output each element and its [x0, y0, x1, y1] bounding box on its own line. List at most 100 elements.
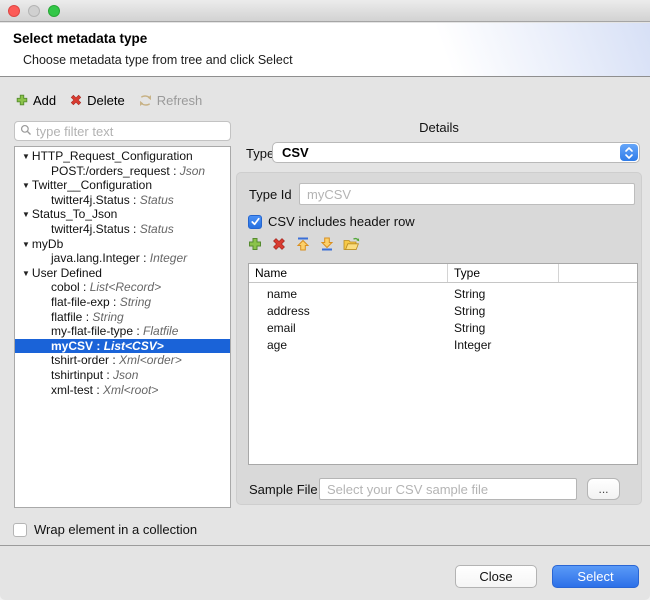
disclosure-triangle-icon[interactable]: ▼	[22, 208, 30, 223]
type-select[interactable]: CSV	[272, 142, 640, 163]
field-name-cell: name	[249, 286, 448, 303]
tree-item-label: flat-file-exp	[51, 295, 110, 309]
tree-item-label: User Defined	[32, 266, 102, 280]
field-name-cell: age	[249, 337, 448, 354]
footer-divider	[0, 545, 650, 546]
column-header-empty	[559, 264, 637, 282]
move-up-icon[interactable]	[295, 236, 311, 252]
tree-item-type: Xml<order>	[119, 353, 182, 367]
tree-item-type: Xml<root>	[103, 383, 158, 397]
tree-item[interactable]: cobol : List<Record>	[15, 280, 230, 295]
tree-item[interactable]: ▼HTTP_Request_Configuration	[15, 149, 230, 164]
tree-item-label: my-flat-file-type	[51, 324, 133, 338]
tree-item-type: String	[120, 295, 151, 309]
tree-item[interactable]: flatfile : String	[15, 310, 230, 325]
type-id-input[interactable]	[299, 183, 635, 205]
tree-item-type: Status	[140, 193, 174, 207]
tree-item-separator: :	[130, 222, 140, 236]
close-window-button[interactable]	[8, 5, 20, 17]
field-type-cell: Integer	[448, 337, 559, 354]
tree-item-label: HTTP_Request_Configuration	[32, 149, 193, 163]
page-subtitle: Choose metadata type from tree and click…	[23, 53, 293, 67]
tree-item-label: twitter4j.Status	[51, 222, 130, 236]
field-row[interactable]: nameString	[249, 286, 637, 303]
delete-button[interactable]: Delete	[69, 93, 125, 108]
field-row[interactable]: addressString	[249, 303, 637, 320]
refresh-label: Refresh	[157, 93, 203, 108]
tree-toolbar: Add Delete Refresh	[15, 90, 202, 110]
field-type-cell: String	[448, 320, 559, 337]
tree-item[interactable]: ▼myDb	[15, 237, 230, 252]
add-button[interactable]: Add	[15, 93, 56, 108]
window-titlebar[interactable]	[0, 0, 650, 22]
fields-table[interactable]: Name Type nameStringaddressStringemailSt…	[248, 263, 638, 465]
field-name-cell: address	[249, 303, 448, 320]
type-select-value: CSV	[282, 145, 309, 160]
minimize-window-button[interactable]	[28, 5, 40, 17]
tree-item-label: tshirt-order	[51, 353, 109, 367]
import-file-icon[interactable]	[343, 236, 359, 252]
disclosure-triangle-icon[interactable]: ▼	[22, 150, 30, 165]
refresh-button[interactable]: Refresh	[138, 93, 203, 108]
type-label: Type	[246, 146, 274, 161]
tree-item[interactable]: flat-file-exp : String	[15, 295, 230, 310]
fields-table-header[interactable]: Name Type	[249, 264, 637, 283]
wrap-collection-checkbox[interactable]	[13, 523, 27, 537]
tree-item[interactable]: twitter4j.Status : Status	[15, 222, 230, 237]
delete-field-icon[interactable]	[271, 236, 287, 252]
select-button[interactable]: Select	[552, 565, 639, 588]
combo-stepper-icon[interactable]	[620, 144, 638, 161]
tree-item-type: Json	[113, 368, 138, 382]
tree-filter-box	[14, 121, 231, 141]
field-row[interactable]: emailString	[249, 320, 637, 337]
tree-item-separator: :	[80, 280, 90, 294]
header-row-checkbox[interactable]	[248, 215, 262, 229]
field-type-cell: String	[448, 303, 559, 320]
add-field-icon[interactable]	[247, 236, 263, 252]
column-header-name[interactable]: Name	[249, 264, 448, 282]
disclosure-triangle-icon[interactable]: ▼	[22, 179, 30, 194]
search-icon	[20, 124, 32, 139]
tree-item-type: Flatfile	[143, 324, 178, 338]
zoom-window-button[interactable]	[48, 5, 60, 17]
tree-item-type: List<CSV>	[104, 339, 164, 353]
tree-item-label: Status_To_Json	[32, 207, 117, 221]
tree-item[interactable]: POST:/orders_request : Json	[15, 164, 230, 179]
browse-button[interactable]: ...	[587, 478, 620, 500]
tree-filter-input[interactable]	[36, 124, 225, 139]
sample-file-input[interactable]	[319, 478, 577, 500]
metadata-tree[interactable]: ▼HTTP_Request_ConfigurationPOST:/orders_…	[14, 146, 231, 508]
tree-item-label: xml-test	[51, 383, 93, 397]
tree-item[interactable]: tshirtinput : Json	[15, 368, 230, 383]
tree-item-separator: :	[109, 353, 119, 367]
tree-item[interactable]: ▼Twitter__Configuration	[15, 178, 230, 193]
tree-item[interactable]: ▼User Defined	[15, 266, 230, 281]
tree-item-label: cobol	[51, 280, 80, 294]
tree-item[interactable]: twitter4j.Status : Status	[15, 193, 230, 208]
field-row[interactable]: ageInteger	[249, 337, 637, 354]
fields-toolbar	[247, 236, 359, 252]
delete-label: Delete	[87, 93, 125, 108]
tree-item-label: flatfile	[51, 310, 82, 324]
fields-table-body: nameStringaddressStringemailStringageInt…	[249, 283, 637, 354]
close-button[interactable]: Close	[455, 565, 537, 588]
tree-item-separator: :	[93, 383, 103, 397]
disclosure-triangle-icon[interactable]: ▼	[22, 267, 30, 282]
disclosure-triangle-icon[interactable]: ▼	[22, 238, 30, 253]
tree-item[interactable]: my-flat-file-type : Flatfile	[15, 324, 230, 339]
tree-item[interactable]: ▼Status_To_Json	[15, 207, 230, 222]
move-down-icon[interactable]	[319, 236, 335, 252]
select-metadata-type-dialog: Select metadata type Choose metadata typ…	[0, 0, 650, 600]
tree-item[interactable]: java.lang.Integer : Integer	[15, 251, 230, 266]
tree-item-type: String	[92, 310, 123, 324]
tree-item-separator: :	[82, 310, 92, 324]
tree-item[interactable]: myCSV : List<CSV>	[15, 339, 230, 354]
tree-item[interactable]: xml-test : Xml<root>	[15, 383, 230, 398]
csv-details-group: Type Id CSV includes header row	[236, 172, 642, 505]
details-title: Details	[236, 120, 642, 135]
wrap-collection-label: Wrap element in a collection	[34, 522, 197, 537]
column-header-type[interactable]: Type	[448, 264, 559, 282]
tree-item-type: Json	[180, 164, 205, 178]
tree-item-type: List<Record>	[90, 280, 161, 294]
tree-item[interactable]: tshirt-order : Xml<order>	[15, 353, 230, 368]
